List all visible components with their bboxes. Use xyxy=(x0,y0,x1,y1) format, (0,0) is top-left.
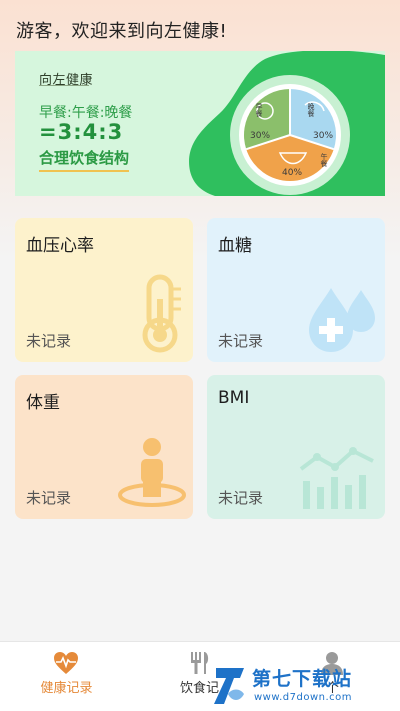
card-title: BMI xyxy=(218,388,250,408)
tab-label: 健康记录 xyxy=(40,681,93,696)
watermark-url: www.d7down.com xyxy=(254,692,353,703)
pie-label-breakfast-meal: 早餐 xyxy=(255,103,263,117)
card-title: 体重 xyxy=(26,393,60,413)
pie-label-dinner-percent: 30% xyxy=(313,131,334,141)
card-title: 血糖 xyxy=(218,236,252,256)
card-status: 未记录 xyxy=(218,332,264,350)
diet-structure-banner[interactable]: 向左健康 早餐:午餐:晚餐 =3:4:3 合理饮食结构 早餐 30% 晚餐 30… xyxy=(15,51,385,196)
thermometer-icon xyxy=(142,274,181,353)
card-status: 未记录 xyxy=(218,489,264,507)
watermark-title: 第七下载站 xyxy=(252,668,353,690)
brand-logo-underline xyxy=(39,85,89,87)
trend-chart-icon xyxy=(299,447,374,509)
watermark-logo-icon xyxy=(214,668,244,704)
fork-knife-icon xyxy=(191,652,209,674)
card-title: 血压心率 xyxy=(26,236,94,256)
pie-label-breakfast-percent: 30% xyxy=(250,131,271,141)
card-blood-sugar[interactable]: 血糖 未记录 xyxy=(207,218,385,362)
blood-drop-icon xyxy=(309,288,375,352)
tab-health-records[interactable]: 健康记录 xyxy=(0,642,133,711)
heart-pulse-icon xyxy=(54,652,78,674)
pie-label-dinner-meal: 晚餐 xyxy=(307,103,315,117)
card-status: 未记录 xyxy=(26,489,72,507)
pie-label-lunch-meal: 午餐 xyxy=(320,153,328,167)
card-bmi[interactable]: BMI 未记录 xyxy=(207,375,385,519)
welcome-greeting: 游客，欢迎来到向左健康! xyxy=(16,21,228,42)
meal-labels: 早餐:午餐:晚餐 xyxy=(39,105,133,121)
card-weight[interactable]: 体重 未记录 xyxy=(15,375,193,519)
banner-slogan: 合理饮食结构 xyxy=(39,147,130,172)
card-blood-pressure[interactable]: 血压心率 未记录 xyxy=(15,218,193,362)
person-scale-icon xyxy=(118,438,186,507)
card-status: 未记录 xyxy=(26,332,72,350)
meal-ratio: =3:4:3 xyxy=(39,120,124,144)
diet-pie-chart: 早餐 30% 晚餐 30% 午餐 40% xyxy=(220,75,360,195)
site-watermark: 第七下载站 www.d7down.com xyxy=(210,662,400,711)
pie-label-lunch-percent: 40% xyxy=(282,168,303,178)
